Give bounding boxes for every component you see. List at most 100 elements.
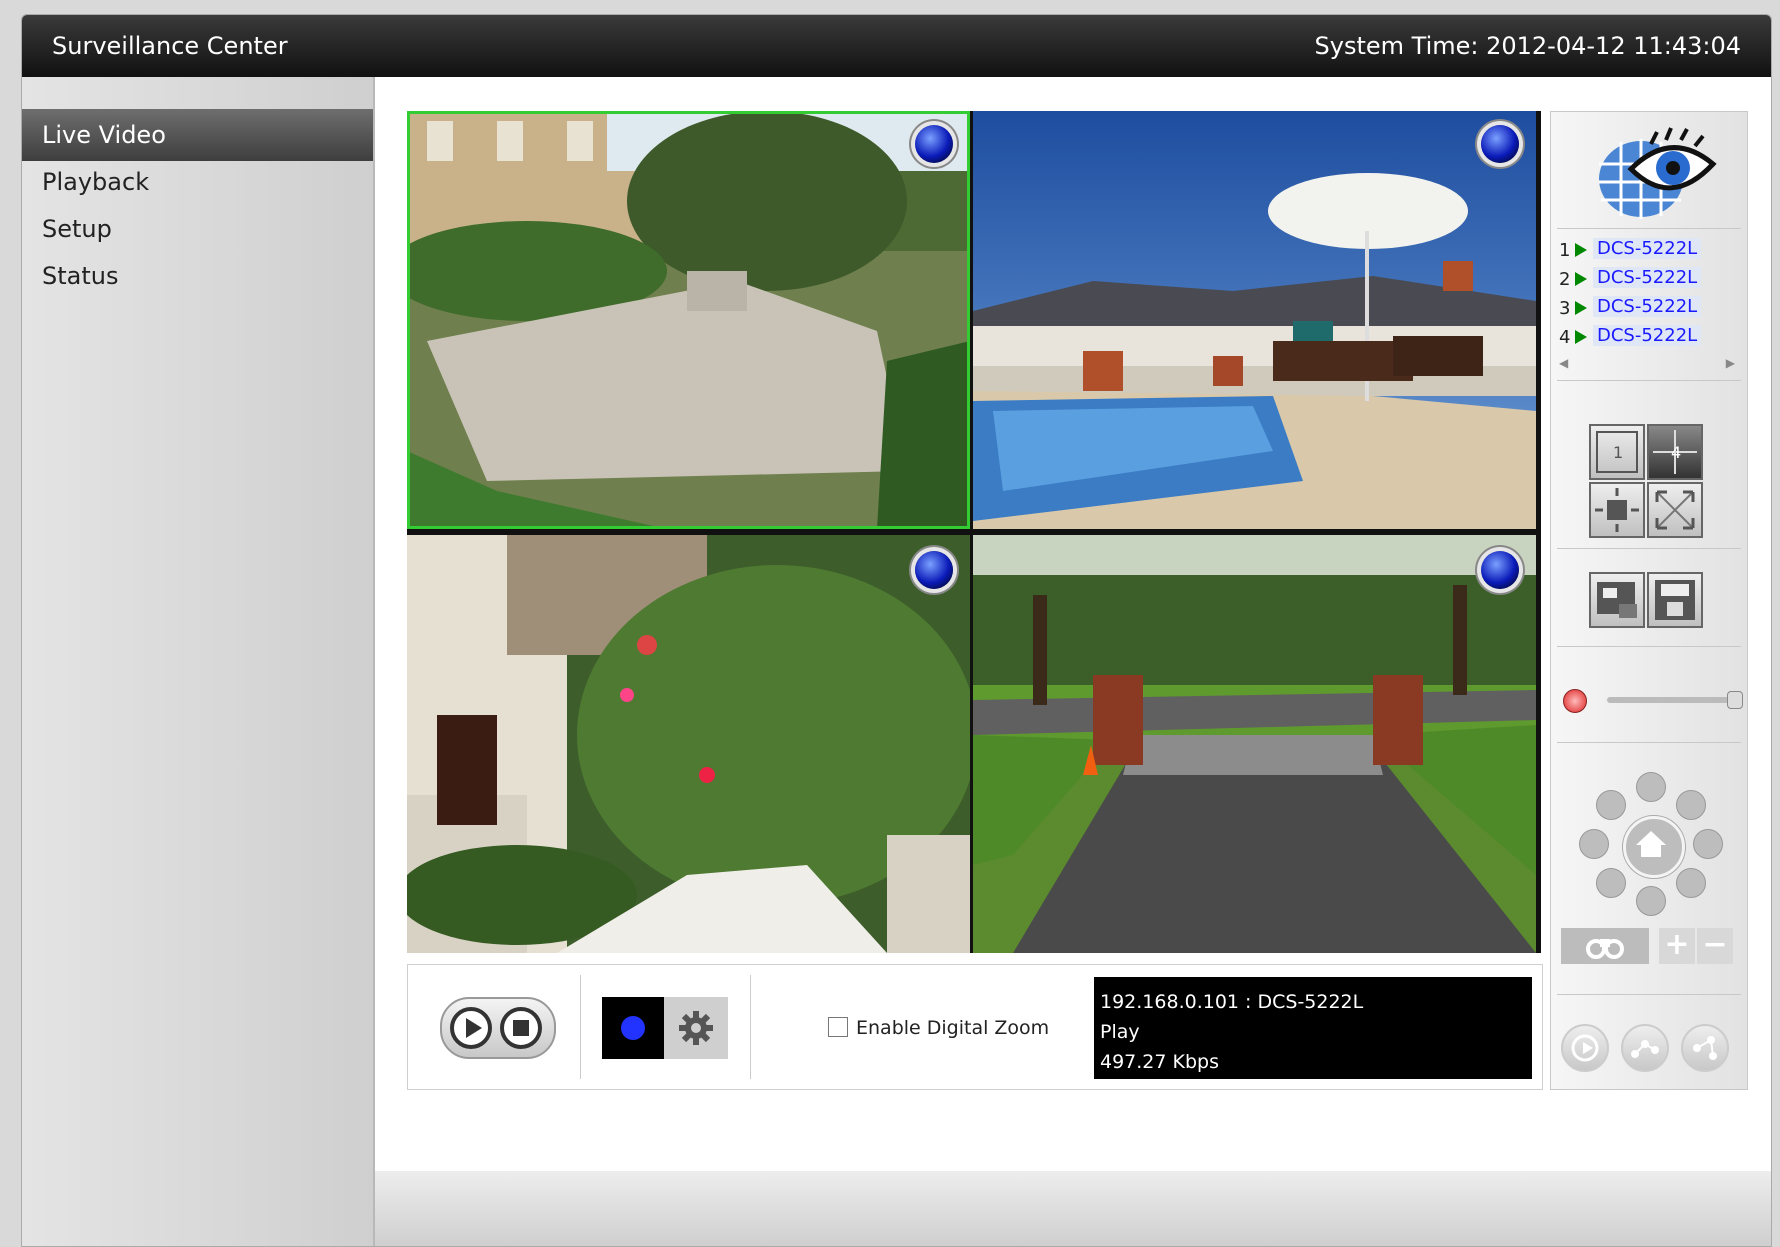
camera-view-4[interactable] [973,535,1536,953]
zoom-out-button[interactable]: − [1697,928,1733,964]
save-image-button[interactable] [1647,572,1703,628]
divider [1557,646,1741,647]
right-panel: 1 DCS-5222L 2 DCS-5222L 3 DCS-5222L 4 DC… [1550,111,1748,1090]
divider [580,975,581,1079]
camera-number: 3 [1559,298,1571,319]
stop-button[interactable] [500,1007,542,1049]
record-indicator-icon[interactable] [915,551,953,589]
quad-view-button[interactable]: 4 [1647,424,1703,480]
play-arrow-icon [1575,330,1587,344]
save-image-icon [1655,580,1695,620]
divider [750,975,751,1079]
camera-view-2[interactable] [973,111,1536,529]
ptz-up-right-button[interactable] [1676,790,1706,820]
camera-number: 4 [1559,327,1571,348]
sidebar-item-live-video[interactable]: Live Video [22,109,373,161]
camera-name-link[interactable]: DCS-5222L [1593,238,1702,259]
camera-list-item[interactable]: 3 DCS-5222L [1555,294,1739,323]
gear-icon [679,1011,713,1045]
sidebar-item-status[interactable]: Status [22,250,373,302]
play-button[interactable] [450,1007,492,1049]
ptz-right-button[interactable] [1693,829,1723,859]
stream-info-bitrate: 497.27 Kbps [1100,1051,1220,1073]
divider [1557,380,1741,381]
plus-icon: + [1664,927,1690,962]
stream-info-panel: 192.168.0.101 : DCS-5222L Play 497.27 Kb… [1094,977,1532,1079]
binoculars-icon [1586,939,1624,959]
sidebar: Live Video Playback Setup Status [22,77,375,1246]
camera-number: 1 [1559,240,1571,261]
camera-image-pool [973,111,1536,529]
scroll-right-icon[interactable]: ▶ [1726,356,1735,370]
fullscreen-button[interactable] [1647,482,1703,538]
camera-list: 1 DCS-5222L 2 DCS-5222L 3 DCS-5222L 4 DC… [1555,236,1739,352]
play-arrow-icon [1575,243,1587,257]
fit-view-button[interactable] [1589,482,1645,538]
record-indicator-icon[interactable] [915,125,953,163]
camera-list-item[interactable]: 2 DCS-5222L [1555,265,1739,294]
camera-image-courtyard [407,111,970,529]
auto-pan-icon [1571,1034,1599,1062]
ptz-up-left-button[interactable] [1596,790,1626,820]
camera-grid [407,111,1541,953]
sidebar-item-playback[interactable]: Playback [22,156,373,208]
record-indicator-icon[interactable] [1481,125,1519,163]
camera-image-driveway [973,535,1536,953]
stream-info-status: Play [1100,1021,1140,1043]
scroll-left-icon[interactable]: ◀ [1559,356,1568,370]
volume-slider-knob[interactable] [1727,691,1743,709]
camera-name-link[interactable]: DCS-5222L [1593,296,1702,317]
home-icon [1636,831,1666,857]
auto-pan-button[interactable] [1561,1024,1609,1072]
divider [1557,994,1741,995]
quad-view-icon: 4 [1653,430,1697,474]
volume-slider[interactable] [1607,697,1731,703]
divider [1557,548,1741,549]
stream-info-address: 192.168.0.101 : DCS-5222L [1100,991,1364,1013]
ptz-down-left-button[interactable] [1596,868,1626,898]
divider [1557,228,1741,229]
play-stop-control [440,997,556,1059]
minus-icon: − [1702,927,1728,962]
ptz-down-button[interactable] [1636,886,1666,916]
preset-path-button[interactable] [1681,1024,1729,1072]
single-view-button[interactable]: 1 [1589,424,1645,480]
sidebar-item-setup[interactable]: Setup [22,203,373,255]
snapshot-button[interactable] [1589,572,1645,628]
svg-text:4: 4 [1671,443,1681,462]
play-icon [466,1018,482,1038]
control-bar: Enable Digital Zoom 192.168.0.101 : DCS-… [407,964,1543,1090]
volume-icon[interactable] [1563,689,1587,713]
camera-list-item[interactable]: 4 DCS-5222L [1555,323,1739,352]
settings-button[interactable] [664,997,728,1059]
camera-name-link[interactable]: DCS-5222L [1593,267,1702,288]
snapshot-icon [1597,582,1637,618]
camera-view-1[interactable] [407,111,970,529]
ptz-home-button[interactable] [1623,816,1685,878]
camera-number: 2 [1559,269,1571,290]
play-arrow-icon [1575,272,1587,286]
svg-text:1: 1 [1613,443,1623,462]
camera-list-scrollbar[interactable]: ◀ ▶ [1555,356,1741,374]
camera-name-link[interactable]: DCS-5222L [1593,325,1702,346]
camera-list-item[interactable]: 1 DCS-5222L [1555,236,1739,265]
fit-screen-icon [1595,488,1639,532]
record-indicator-icon[interactable] [1481,551,1519,589]
fullscreen-icon [1655,490,1695,530]
bottom-bar [375,1171,1771,1246]
patrol-icon [1631,1040,1659,1058]
stop-icon [513,1020,529,1036]
ptz-up-button[interactable] [1636,772,1666,802]
zoom-in-button[interactable]: + [1659,928,1695,964]
binoculars-button[interactable] [1561,928,1649,964]
camera-view-3[interactable] [407,535,970,953]
patrol-button[interactable] [1621,1024,1669,1072]
record-icon [621,1016,645,1040]
single-view-icon: 1 [1596,431,1638,473]
surveillance-logo-icon [1599,127,1717,219]
ptz-down-right-button[interactable] [1676,868,1706,898]
ptz-control [1579,772,1723,916]
digital-zoom-checkbox[interactable] [828,1017,848,1037]
record-button[interactable] [602,997,664,1059]
ptz-left-button[interactable] [1579,829,1609,859]
